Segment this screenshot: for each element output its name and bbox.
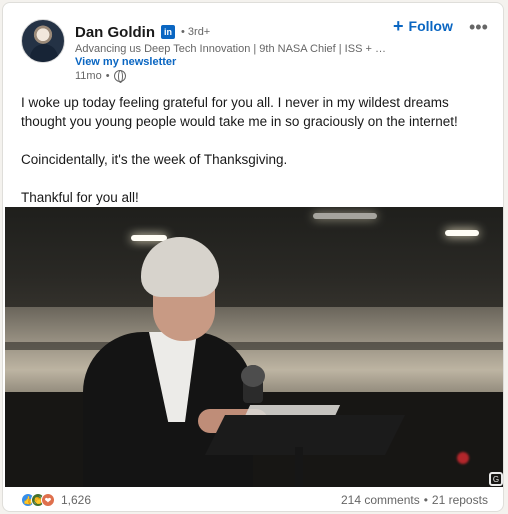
follow-label: Follow — [408, 18, 453, 34]
social-counts-bar: 👍 👏 ❤ 1,626 214 comments • 21 reposts — [3, 489, 503, 511]
author-headline: Advancing us Deep Tech Innovation | 9th … — [75, 43, 393, 55]
red-light — [457, 452, 469, 464]
lectern-leg — [295, 447, 303, 487]
feed-post-card: Dan Goldin in • 3rd+ Advancing us Deep T… — [2, 2, 504, 512]
engagement-separator: • — [423, 493, 428, 507]
globe-icon — [113, 70, 126, 83]
meta-separator: • — [105, 70, 110, 82]
view-newsletter-link[interactable]: View my newsletter — [75, 56, 176, 68]
connection-degree: • 3rd+ — [181, 26, 211, 38]
engagement-links: 214 comments • 21 reposts — [341, 493, 488, 507]
post-paragraph: Thankful for you all! — [21, 190, 139, 205]
linkedin-badge-icon: in — [161, 25, 175, 39]
reaction-count: 1,626 — [61, 493, 92, 507]
follow-button[interactable]: + Follow — [393, 17, 453, 35]
microphone-head — [241, 365, 265, 387]
love-icon: ❤ — [41, 493, 55, 507]
lectern-top — [205, 415, 405, 455]
plus-icon: + — [393, 16, 404, 36]
post-paragraph: I woke up today feeling grateful for you… — [21, 95, 458, 129]
author-avatar[interactable] — [21, 19, 65, 63]
speaker-hair — [141, 237, 219, 297]
post-image[interactable]: G — [5, 207, 503, 487]
reposts-link[interactable]: 21 reposts — [432, 493, 488, 507]
post-meta: 11mo • — [75, 70, 126, 83]
comments-link[interactable]: 214 comments — [341, 493, 420, 507]
post-header: Dan Goldin in • 3rd+ Advancing us Deep T… — [3, 3, 503, 89]
watermark-icon: G — [489, 472, 503, 486]
author-name[interactable]: Dan Goldin — [75, 24, 155, 41]
ceiling-light — [445, 230, 479, 236]
reactions-summary[interactable]: 👍 👏 ❤ 1,626 — [21, 493, 91, 507]
author-name-row: Dan Goldin in • 3rd+ — [75, 21, 210, 43]
post-paragraph: Coincidentally, it's the week of Thanksg… — [21, 152, 288, 167]
more-options-icon[interactable]: ••• — [469, 18, 488, 36]
ceiling-light — [313, 213, 377, 219]
post-time: 11mo — [75, 70, 102, 82]
